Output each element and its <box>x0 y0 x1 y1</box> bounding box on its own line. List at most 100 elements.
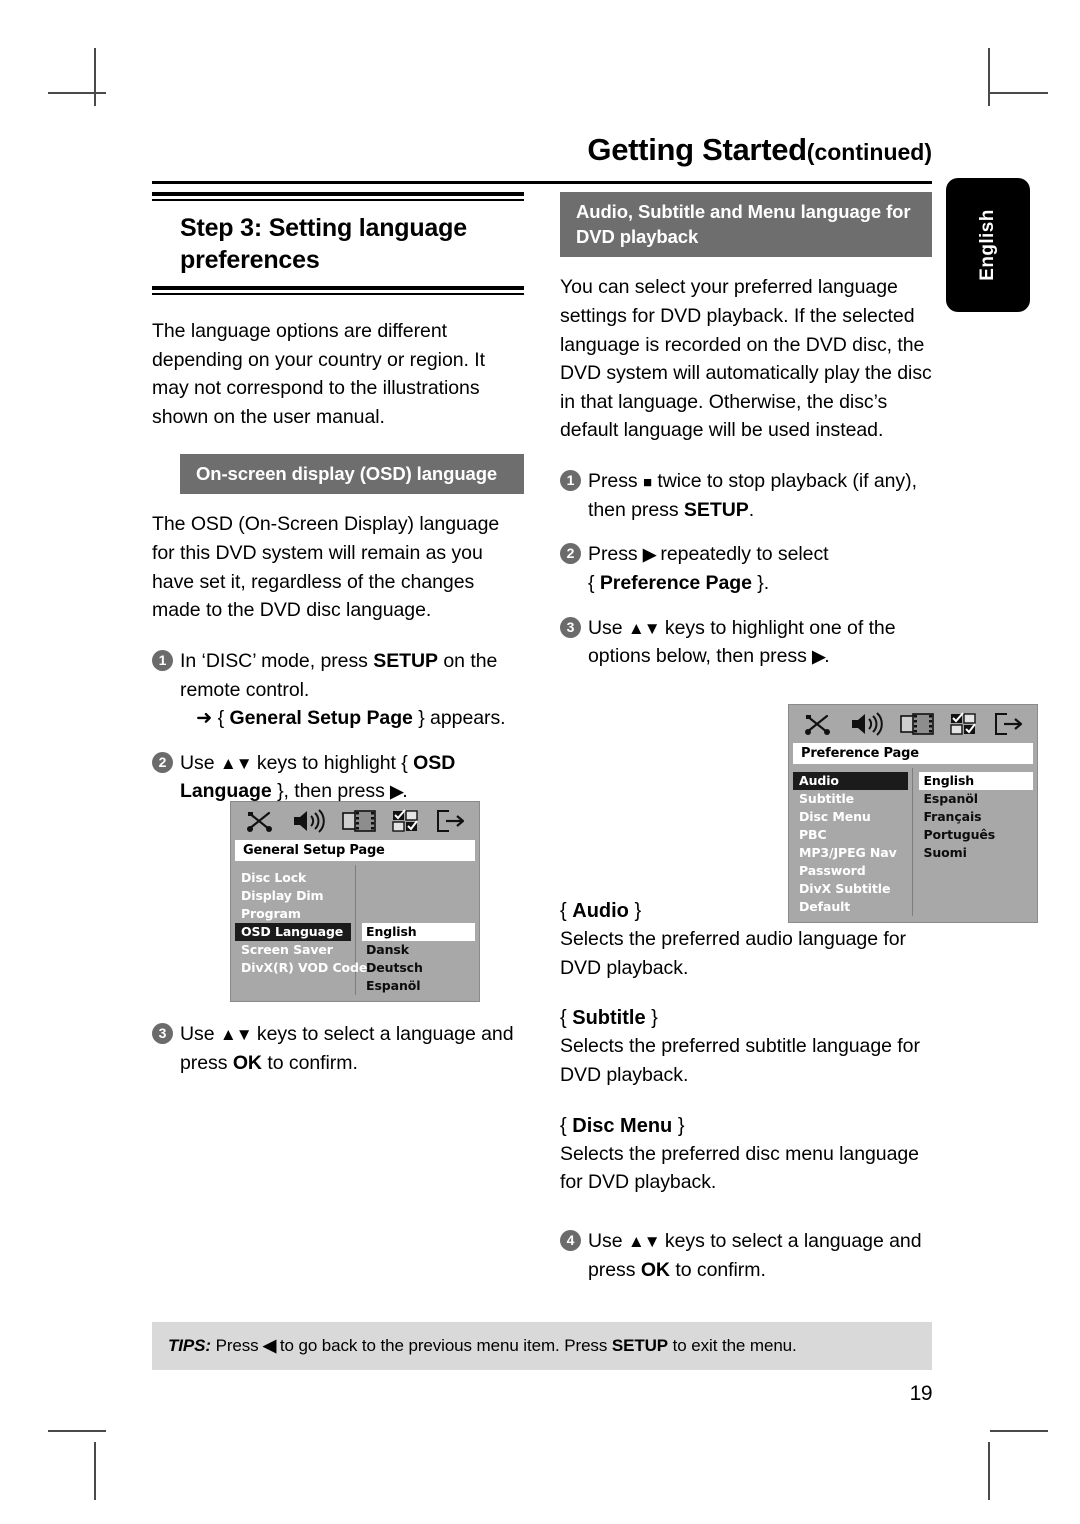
preference-icon <box>950 712 977 735</box>
osd-value-item[interactable]: Deutsch <box>362 959 475 977</box>
osd-value-item-selected[interactable]: English <box>919 772 1033 790</box>
definition-desc-subtitle: Selects the preferred subtitle language … <box>560 1035 920 1087</box>
left-step-1-brace-close: } appears. <box>412 707 506 730</box>
right-step-1-pre: Press <box>588 470 643 493</box>
right-step-1: 1 Press ■ twice to stop playback (if any)… <box>560 467 932 524</box>
osd-menu-item[interactable]: Disc Lock <box>235 869 355 887</box>
osd-value-item[interactable]: Français <box>919 808 1033 826</box>
left-arrow-icon: ◀ <box>263 1336 276 1355</box>
osd-menu-item[interactable]: PBC <box>793 826 912 844</box>
step-number-badge: 2 <box>560 543 581 565</box>
brace-open: { <box>560 1007 573 1030</box>
step-number-badge: 3 <box>152 1023 173 1045</box>
left-step-3-post: to confirm. <box>261 1051 358 1074</box>
right-step-2-brace-close: }. <box>751 572 770 595</box>
right-step-4-post: to confirm. <box>669 1258 766 1281</box>
page-title: Getting Started <box>587 132 807 167</box>
osd-menu-item[interactable]: Program <box>235 905 355 923</box>
step-heading-rule-top <box>152 192 524 201</box>
left-step-2-post: }, then press <box>271 780 391 803</box>
osd-menu-item[interactable]: Disc Menu <box>793 808 912 826</box>
osd-general-title: General Setup Page <box>235 840 475 861</box>
right-arrow-icon: ▶ <box>390 782 403 802</box>
osd-menu-item-selected[interactable]: OSD Language <box>235 923 351 941</box>
dvd-language-section-bar: Audio, Subtitle and Menu language for DV… <box>560 192 932 258</box>
right-step-2-pre: Press <box>588 543 643 566</box>
preference-icon <box>392 809 419 832</box>
tips-text: TIPS: Press ◀ to go back to the previous… <box>152 1322 932 1370</box>
crop-mark-top-right-v <box>988 48 990 106</box>
brace-open: { <box>560 1114 573 1137</box>
brace-close: } <box>672 1114 685 1137</box>
osd-general-value-list: English Dansk Deutsch Espanöl <box>356 865 475 995</box>
right-step-2-brace-open: { <box>588 572 600 595</box>
speaker-icon <box>851 712 883 736</box>
osd-preference-title: Preference Page <box>793 743 1033 764</box>
running-head-continued: (continued) <box>806 139 932 165</box>
right-step-1-bold: SETUP <box>683 498 749 521</box>
right-step-4-pre: Use <box>588 1230 628 1252</box>
osd-general-setup-screenshot: General Setup Page Disc Lock Display Dim… <box>230 801 480 1002</box>
video-icon <box>342 810 376 832</box>
up-down-keys-icon: ▲▼ <box>627 1232 661 1251</box>
tips-label: TIPS: <box>168 1336 211 1355</box>
tips-bar: TIPS: Press ◀ to go back to the previous… <box>152 1322 932 1370</box>
left-step-1-bold: SETUP <box>373 649 439 672</box>
step-number-badge: 3 <box>560 616 581 638</box>
osd-preference-screenshot: Preference Page Audio Subtitle Disc Menu… <box>788 704 1038 923</box>
osd-menu-item[interactable]: MP3/JPEG Nav <box>793 844 912 862</box>
tips-post: to exit the menu. <box>668 1336 797 1355</box>
osd-menu-item[interactable]: Screen Saver <box>235 941 355 959</box>
right-arrow-icon: ▶ <box>642 545 656 565</box>
dvd-language-paragraph: You can select your preferred language s… <box>560 276 932 442</box>
tips-mid: to go back to the previous menu item. Pr… <box>275 1336 612 1355</box>
definition-desc-disc-menu: Selects the preferred disc menu language… <box>560 1142 919 1194</box>
brace-open: { <box>560 900 573 923</box>
step-heading: Step 3: Setting language preferences <box>180 214 467 274</box>
up-down-keys-icon: ▲▼ <box>219 1025 253 1045</box>
osd-icon-row <box>231 802 479 840</box>
right-arrow-icon: ▶ <box>812 647 825 667</box>
osd-value-item[interactable]: Suomi <box>919 844 1033 862</box>
osd-menu-item[interactable]: Subtitle <box>793 790 912 808</box>
osd-menu-item[interactable]: Password <box>793 862 912 880</box>
right-column: Audio, Subtitle and Menu language for DV… <box>560 192 1038 1284</box>
language-tab-label: English <box>977 209 998 281</box>
right-step-2-mid: repeatedly to select <box>655 543 829 566</box>
crop-mark-bottom-right-v <box>988 1442 990 1500</box>
osd-menu-item[interactable]: DivX(R) VOD Code <box>235 959 367 977</box>
crop-mark-bottom-left-h <box>48 1430 106 1432</box>
step-heading-rule-bottom <box>152 286 524 295</box>
osd-menu-item[interactable]: DivX Subtitle <box>793 880 912 898</box>
right-step-4: 4 Use ▲▼ keys to select a language and pr… <box>560 1227 932 1284</box>
video-icon <box>900 713 934 735</box>
osd-menu-item[interactable]: Display Dim <box>235 887 355 905</box>
tips-pre: Press <box>210 1336 264 1355</box>
up-down-keys-icon: ▲▼ <box>219 753 253 773</box>
osd-value-item[interactable]: Espanöl <box>919 790 1033 808</box>
osd-value-item-selected[interactable]: English <box>362 923 475 941</box>
left-step-1-result-bold: General Setup Page <box>229 707 413 730</box>
left-step-1-result: ➜ { General Setup Page } appears. <box>196 707 506 730</box>
left-step-1-brace-open: { <box>217 707 230 730</box>
osd-preference-body: Audio Subtitle Disc Menu PBC MP3/JPEG Na… <box>789 764 1037 922</box>
osd-general-body: Disc Lock Display Dim Program OSD Langua… <box>231 861 479 1001</box>
definition-term: Disc Menu <box>572 1114 673 1137</box>
step-number-badge: 2 <box>152 751 173 773</box>
osd-value-item[interactable]: Português <box>919 826 1033 844</box>
osd-menu-item[interactable]: Default <box>793 898 912 916</box>
osd-menu-item-selected[interactable]: Audio <box>793 772 909 790</box>
right-step-3-pre: Use <box>588 616 628 639</box>
crop-mark-top-left-h <box>48 92 106 94</box>
osd-value-item[interactable]: Espanöl <box>362 977 475 995</box>
tips-bold: SETUP <box>611 1336 669 1355</box>
step-number-badge: 4 <box>560 1230 581 1251</box>
left-intro-paragraph: The language options are different depen… <box>152 320 486 428</box>
left-step-1: 1 In ‘DISC’ mode, press SETUP on the remo… <box>152 647 524 733</box>
osd-value-item[interactable]: Dansk <box>362 941 475 959</box>
left-step-3-pre: Use <box>180 1023 220 1046</box>
right-step-3-post: . <box>824 645 830 668</box>
right-step-3: 3 Use ▲▼ keys to highlight one of the opt… <box>560 614 932 671</box>
left-step-1-pre: In ‘DISC’ mode, press <box>180 649 374 672</box>
running-head: Getting Started(continued) <box>587 132 932 168</box>
